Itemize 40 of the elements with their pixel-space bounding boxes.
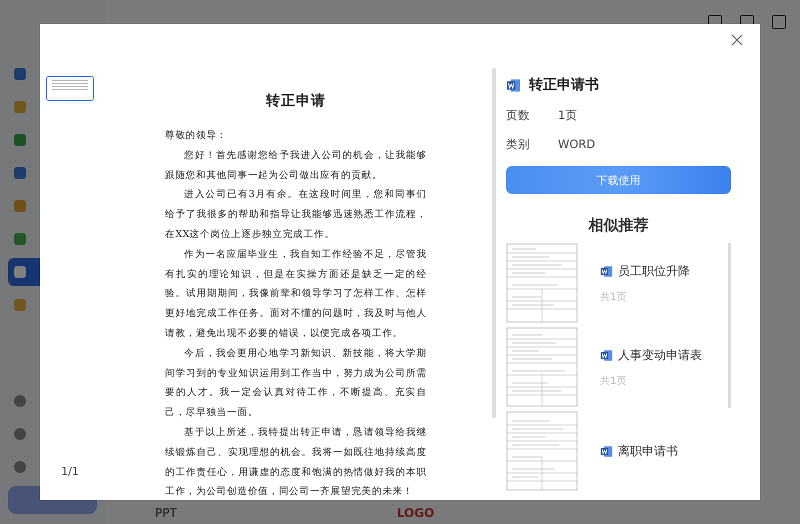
app-icon[interactable] xyxy=(14,299,26,311)
template-link[interactable]: 员工职位升降 xyxy=(618,262,690,280)
app-icon[interactable] xyxy=(14,233,26,245)
form-thumbnail[interactable] xyxy=(506,243,578,323)
app-icon[interactable] xyxy=(14,68,26,80)
menu-icon[interactable] xyxy=(14,428,26,440)
app-icon[interactable] xyxy=(14,101,26,113)
app-icon[interactable] xyxy=(14,134,26,146)
app-icon[interactable] xyxy=(14,200,26,212)
form-thumbnail[interactable] xyxy=(506,411,578,491)
app-icon[interactable] xyxy=(14,167,26,179)
menu-icon[interactable] xyxy=(14,395,26,407)
category-label: PPT xyxy=(155,506,177,520)
document-paragraph: 作为一名应届毕业生，我自知工作经验不足，尽管我有扎实的理论知识，但是在实操方面还是缺乏一定的经验。试用期期间，我像前辈和领导学习了怎样工作、怎样更好地完成工作任务。面对不懂的问题时，我及时与他人请教，避免出现不必要的错误，以便完成各项工作。 xyxy=(165,248,427,341)
meta-value: 1页 xyxy=(558,108,578,123)
meta-value: WORD xyxy=(558,137,596,152)
app-icon[interactable] xyxy=(14,266,26,278)
document-paragraph: 尊敬的领导： xyxy=(165,129,228,143)
document-title: 转正申请 xyxy=(264,92,327,110)
document-paragraph: 您好！首先感谢您给予我进入公司的机会，让我能够跟随您和其他同事一起为公司做出应有的贡献。 xyxy=(165,148,427,183)
page-thumbnail[interactable] xyxy=(46,76,94,101)
word-file-icon xyxy=(506,78,521,92)
template-title: 转正申请书 xyxy=(529,76,599,94)
document-paragraph: 今后，我会更用心地学习新知识、新技能，将大学期间学习到的专业知识运用到工作当中，努力成为公司所需要的人才。我一定会认真对待工作，不断提高、充实自己，尽早独当一面。 xyxy=(165,346,427,420)
section-heading: 相似推荐 xyxy=(587,216,650,235)
template-link[interactable]: 人事变动申请表 xyxy=(618,346,702,364)
word-file-icon xyxy=(600,444,613,458)
page-count: 共1页 xyxy=(600,374,628,388)
page-count: 共1页 xyxy=(600,290,628,304)
word-file-icon xyxy=(600,348,613,362)
document-paragraph: 进入公司已有3月有余。在这段时间里，您和同事们给予了我很多的帮助和指导让我能够迅速熟悉工作流程，在XX这个岗位上逐步独立完成工作。 xyxy=(165,188,427,242)
document-paragraph: 基于以上所述，我特提出转正申请，恳请领导给我继续锻炼自己、实现理想的机会。我将一如既往地持续高度的工作责任心，用谦虚的态度和饱满的热情做好我的本职工作，为公司创造价值，同公司一齐展望完美的未来！ xyxy=(165,426,427,500)
form-thumbnail[interactable] xyxy=(506,327,578,407)
word-file-icon xyxy=(600,264,613,278)
meta-label: 类别 xyxy=(506,137,531,152)
logo-text: LOGO xyxy=(396,506,434,520)
meta-label: 页数 xyxy=(506,108,531,123)
menu-icon[interactable] xyxy=(14,461,26,473)
template-link[interactable]: 离职申请书 xyxy=(618,442,678,460)
page-counter: 1/1 xyxy=(61,465,79,478)
